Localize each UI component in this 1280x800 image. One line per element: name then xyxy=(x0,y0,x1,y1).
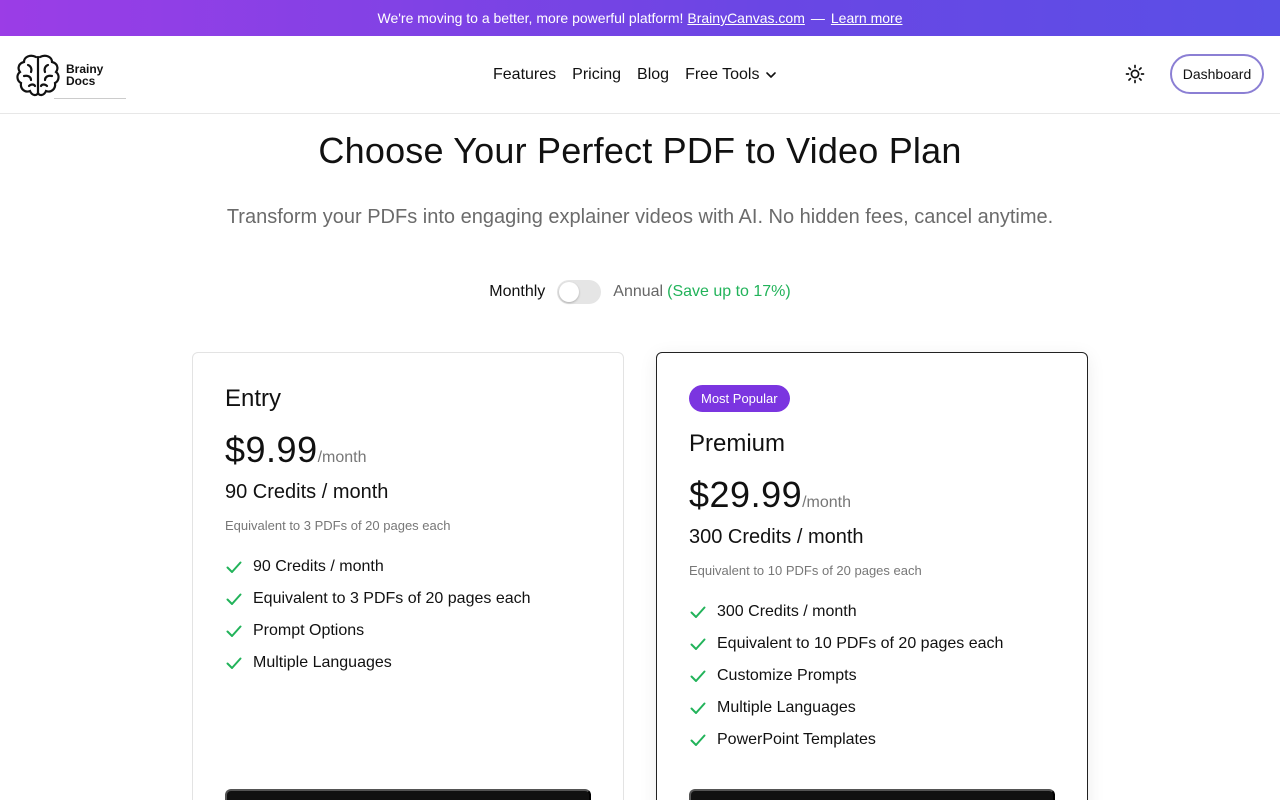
main-nav: Features Pricing Blog Free Tools xyxy=(493,36,777,114)
plan-equivalent: Equivalent to 10 PDFs of 20 pages each xyxy=(689,563,922,578)
annual-label: Annual xyxy=(613,283,664,300)
plan-name: Entry xyxy=(225,385,282,412)
plan-period: /month xyxy=(802,494,852,511)
dashboard-button[interactable]: Dashboard xyxy=(1170,54,1264,94)
check-icon xyxy=(225,654,253,672)
page-title: Choose Your Perfect PDF to Video Plan xyxy=(318,130,962,171)
check-icon xyxy=(225,558,253,576)
check-icon xyxy=(225,590,253,608)
most-popular-badge: Most Popular xyxy=(689,385,790,412)
plan-price: $29.99 xyxy=(689,474,803,515)
check-icon xyxy=(689,667,717,685)
check-icon xyxy=(689,731,717,749)
plan-equivalent: Equivalent to 3 PDFs of 20 pages each xyxy=(225,518,451,533)
plan-period: /month xyxy=(317,449,367,466)
billing-period-switch: Monthly Annual (Save up to 17%) xyxy=(0,280,1280,304)
feature-item: 90 Credits / month xyxy=(225,551,591,583)
feature-item: Prompt Options xyxy=(225,615,591,647)
logo-divider xyxy=(54,98,126,99)
price-row: $9.99 /month xyxy=(225,429,591,471)
brain-icon xyxy=(16,54,60,97)
feature-item: Customize Prompts xyxy=(689,660,1055,692)
nav-pricing[interactable]: Pricing xyxy=(572,66,621,84)
plan-card-premium: Most Popular Premium $29.99 /month 300 C… xyxy=(656,352,1088,800)
brainycanvas-link[interactable]: BrainyCanvas.com xyxy=(687,10,805,26)
announcement-banner: We're moving to a better, more powerful … xyxy=(0,0,1280,36)
monthly-label: Monthly xyxy=(489,283,546,300)
logo[interactable]: Brainy Docs xyxy=(14,50,126,100)
chevron-down-icon xyxy=(766,72,777,78)
banner-text: We're moving to a better, more powerful … xyxy=(377,10,684,26)
nav-blog[interactable]: Blog xyxy=(637,66,669,84)
feature-item: 300 Credits / month xyxy=(689,596,1055,628)
check-icon xyxy=(689,635,717,653)
price-row: $29.99 /month xyxy=(689,474,1055,516)
plan-credits: 300 Credits / month xyxy=(689,526,864,548)
nav-free-tools-label: Free Tools xyxy=(685,66,760,83)
nav-free-tools[interactable]: Free Tools xyxy=(685,66,777,84)
feature-list: 90 Credits / month Equivalent to 3 PDFs … xyxy=(225,551,591,679)
site-header: Brainy Docs Features Pricing Blog Free T… xyxy=(0,36,1280,114)
feature-item: Multiple Languages xyxy=(689,692,1055,724)
check-icon xyxy=(689,699,717,717)
feature-item: PowerPoint Templates xyxy=(689,724,1055,756)
subscribe-button-entry[interactable] xyxy=(225,789,591,800)
sun-icon xyxy=(1125,64,1145,84)
subscribe-button-premium[interactable] xyxy=(689,789,1055,800)
toggle-knob xyxy=(559,282,580,302)
check-icon xyxy=(225,622,253,640)
logo-text: Brainy Docs xyxy=(66,62,104,88)
feature-list: 300 Credits / month Equivalent to 10 PDF… xyxy=(689,596,1055,756)
feature-item: Multiple Languages xyxy=(225,647,591,679)
plan-name: Premium xyxy=(689,430,786,457)
save-label: (Save up to 17%) xyxy=(667,283,791,300)
feature-item: Equivalent to 3 PDFs of 20 pages each xyxy=(225,583,591,615)
learn-more-link[interactable]: Learn more xyxy=(831,10,903,26)
plan-price: $9.99 xyxy=(225,429,318,470)
billing-toggle[interactable] xyxy=(557,280,602,304)
check-icon xyxy=(689,603,717,621)
theme-toggle-button[interactable] xyxy=(1124,63,1146,85)
feature-item: Equivalent to 10 PDFs of 20 pages each xyxy=(689,628,1055,660)
plan-credits: 90 Credits / month xyxy=(225,481,389,503)
banner-separator: — xyxy=(810,10,825,26)
page-subtitle: Transform your PDFs into engaging explai… xyxy=(226,206,1054,228)
plan-card-entry: Entry $9.99 /month 90 Credits / month Eq… xyxy=(192,352,624,800)
nav-features[interactable]: Features xyxy=(493,66,556,84)
